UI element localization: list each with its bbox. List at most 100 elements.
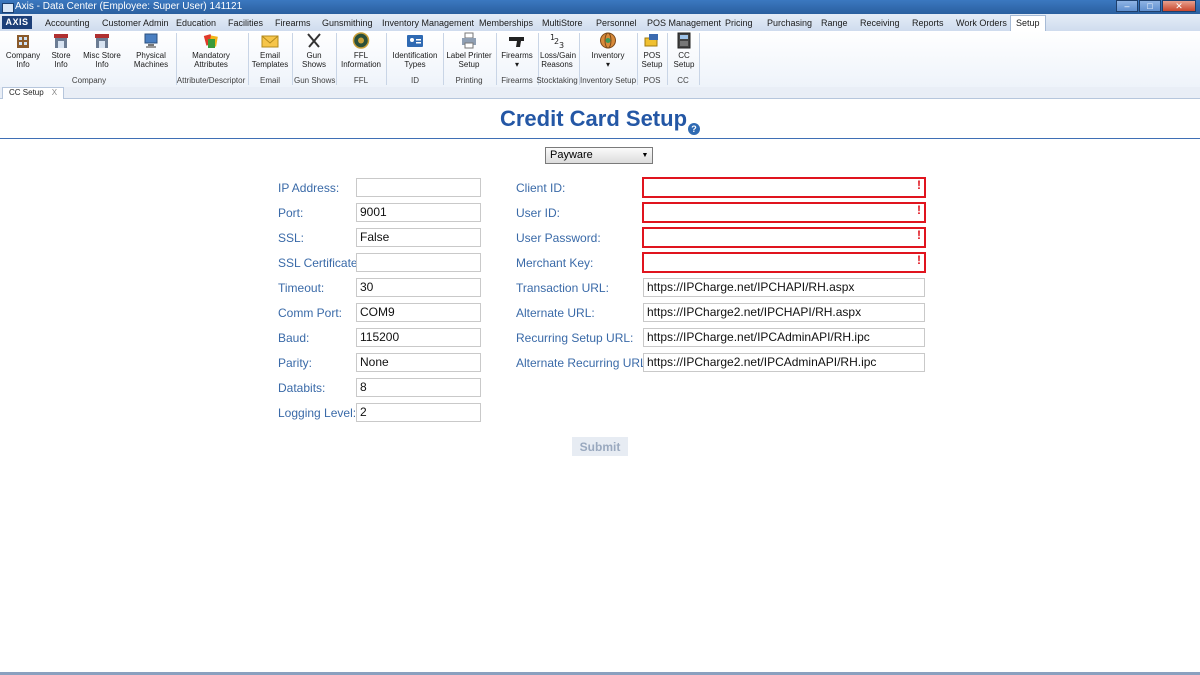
computer-icon — [142, 32, 160, 49]
parity-input[interactable]: None — [356, 353, 481, 372]
loss-gain-reasons-button[interactable]: 123 Loss/Gain Reasons — [540, 32, 576, 69]
alternate-recurring-url-input[interactable]: https://IPCharge2.net/IPCAdminAPI/RH.ipc — [643, 353, 925, 372]
physical-machines-button[interactable]: Physical Machines — [130, 32, 172, 69]
menu-tab-accounting[interactable]: Accounting — [40, 16, 95, 30]
group-ffl: FFL — [353, 76, 369, 85]
ffl-information-button[interactable]: FFL Information — [339, 32, 383, 69]
provider-select[interactable]: Payware ▼ — [545, 147, 653, 164]
title-divider — [0, 138, 1200, 139]
merchant-key-input[interactable]: ! — [642, 252, 926, 273]
ssl-certificate-label: SSL Certificate: — [278, 256, 361, 270]
group-id: ID — [411, 76, 419, 85]
close-button[interactable]: ✕ — [1162, 0, 1196, 12]
user-id-label: User ID: — [516, 206, 561, 220]
alternate-url-input[interactable]: https://IPCharge2.net/IPCHAPI/RH.aspx — [643, 303, 925, 322]
menu-tab-inventory-management[interactable]: Inventory Management — [377, 16, 479, 30]
user-id-input[interactable]: ! — [642, 202, 926, 223]
logging-level-label: Logging Level: — [278, 406, 357, 420]
menu-tab-firearms[interactable]: Firearms — [270, 16, 316, 30]
menu-tab-multistore[interactable]: MultiStore — [537, 16, 588, 30]
databits-label: Databits: — [278, 381, 326, 395]
merchant-key-label: Merchant Key: — [516, 256, 594, 270]
maximize-button[interactable]: □ — [1139, 0, 1161, 12]
id-card-icon — [406, 32, 424, 49]
window-controls: – □ ✕ — [1115, 0, 1196, 13]
doc-tab-cc-setup[interactable]: CC Setup X — [2, 87, 65, 99]
menu-bar: AXIS Accounting Customer Admin Education… — [0, 14, 1200, 32]
group-gun-shows: Gun Shows — [294, 76, 336, 85]
client-id-input[interactable]: ! — [642, 177, 926, 198]
comm-port-input[interactable]: COM9 — [356, 303, 481, 322]
menu-tab-pricing[interactable]: Pricing — [720, 16, 758, 30]
ribbon-divider — [699, 33, 700, 85]
user-password-label: User Password: — [516, 231, 601, 245]
page-title: Credit Card Setup — [499, 106, 688, 131]
inventory-setup-dropdown-button[interactable]: Inventory ▾ — [586, 32, 630, 69]
menu-tab-work-orders[interactable]: Work Orders — [951, 16, 1012, 30]
store-icon — [52, 32, 70, 49]
printer-icon — [460, 32, 478, 49]
document-tab-strip: CC Setup X — [0, 87, 1200, 99]
numbers-icon: 123 — [548, 32, 566, 50]
menu-tab-customer-admin[interactable]: Customer Admin — [97, 16, 174, 30]
mandatory-attributes-button[interactable]: Mandatory Attributes — [186, 32, 236, 69]
menu-tab-personnel[interactable]: Personnel — [591, 16, 642, 30]
menu-tab-facilities[interactable]: Facilities — [223, 16, 268, 30]
menu-tab-reports[interactable]: Reports — [907, 16, 949, 30]
menu-tab-purchasing[interactable]: Purchasing — [762, 16, 817, 30]
card-reader-icon — [675, 32, 693, 49]
error-icon: ! — [917, 228, 921, 242]
company-info-button[interactable]: Company Info — [4, 32, 42, 69]
transaction-url-input[interactable]: https://IPCharge.net/IPCHAPI/RH.aspx — [643, 278, 925, 297]
store-info-button[interactable]: Store Info — [46, 32, 76, 69]
page-title-container: Credit Card Setup? — [0, 106, 1200, 135]
minimize-button[interactable]: – — [1116, 0, 1138, 12]
label-printer-setup-button[interactable]: Label Printer Setup — [446, 32, 492, 69]
building-icon — [14, 32, 32, 49]
identification-types-button[interactable]: Identification Types — [390, 32, 440, 69]
cc-setup-button[interactable]: CC Setup — [670, 32, 698, 69]
ip-address-input[interactable] — [356, 178, 481, 197]
alternate-recurring-url-label: Alternate Recurring URL: — [516, 356, 651, 370]
firearms-dropdown-button[interactable]: Firearms ▾ — [499, 32, 535, 69]
port-input[interactable]: 9001 — [356, 203, 481, 222]
axis-logo[interactable]: AXIS — [2, 16, 32, 29]
menu-tab-setup[interactable]: Setup — [1010, 15, 1046, 32]
menu-tab-range[interactable]: Range — [816, 16, 853, 30]
user-password-input[interactable]: ! — [642, 227, 926, 248]
chevron-down-icon: ▼ — [641, 152, 649, 159]
error-icon: ! — [917, 253, 921, 267]
submit-button[interactable]: Submit — [572, 437, 628, 456]
group-pos: POS — [643, 76, 661, 85]
ribbon: Company Info Store Info Misc Store Info Phy… — [0, 31, 1200, 88]
help-icon[interactable]: ? — [688, 123, 701, 135]
menu-tab-pos-management[interactable]: POS Management — [642, 16, 726, 30]
menu-tab-receiving[interactable]: Receiving — [855, 16, 905, 30]
group-company: Company — [71, 76, 107, 85]
recurring-setup-url-input[interactable]: https://IPCharge.net/IPCAdminAPI/RH.ipc — [643, 328, 925, 347]
transaction-url-label: Transaction URL: — [516, 281, 609, 295]
misc-store-info-button[interactable]: Misc Store Info — [80, 32, 124, 69]
envelope-icon — [261, 32, 279, 49]
doc-tab-close-icon[interactable]: X — [52, 88, 57, 97]
group-inventory-setup: Inventory Setup — [580, 76, 637, 85]
email-templates-button[interactable]: Email Templates — [251, 32, 289, 69]
ribbon-divider — [386, 33, 387, 85]
client-id-label: Client ID: — [516, 181, 566, 195]
menu-tab-memberships[interactable]: Memberships — [474, 16, 538, 30]
error-icon: ! — [917, 203, 921, 217]
pos-setup-button[interactable]: POS Setup — [640, 32, 664, 69]
timeout-label: Timeout: — [278, 281, 325, 295]
window-title: Axis - Data Center (Employee: Super User… — [15, 1, 243, 12]
group-printing: Printing — [455, 76, 483, 85]
ssl-certificate-input[interactable] — [356, 253, 481, 272]
menu-tab-education[interactable]: Education — [171, 16, 221, 30]
group-stocktaking: Stocktaking — [536, 76, 578, 85]
baud-input[interactable]: 115200 — [356, 328, 481, 347]
menu-tab-gunsmithing[interactable]: Gunsmithing — [317, 16, 378, 30]
logging-level-input[interactable]: 2 — [356, 403, 481, 422]
ssl-input[interactable]: False — [356, 228, 481, 247]
databits-input[interactable]: 8 — [356, 378, 481, 397]
timeout-input[interactable]: 30 — [356, 278, 481, 297]
gun-shows-button[interactable]: Gun Shows — [296, 32, 332, 69]
